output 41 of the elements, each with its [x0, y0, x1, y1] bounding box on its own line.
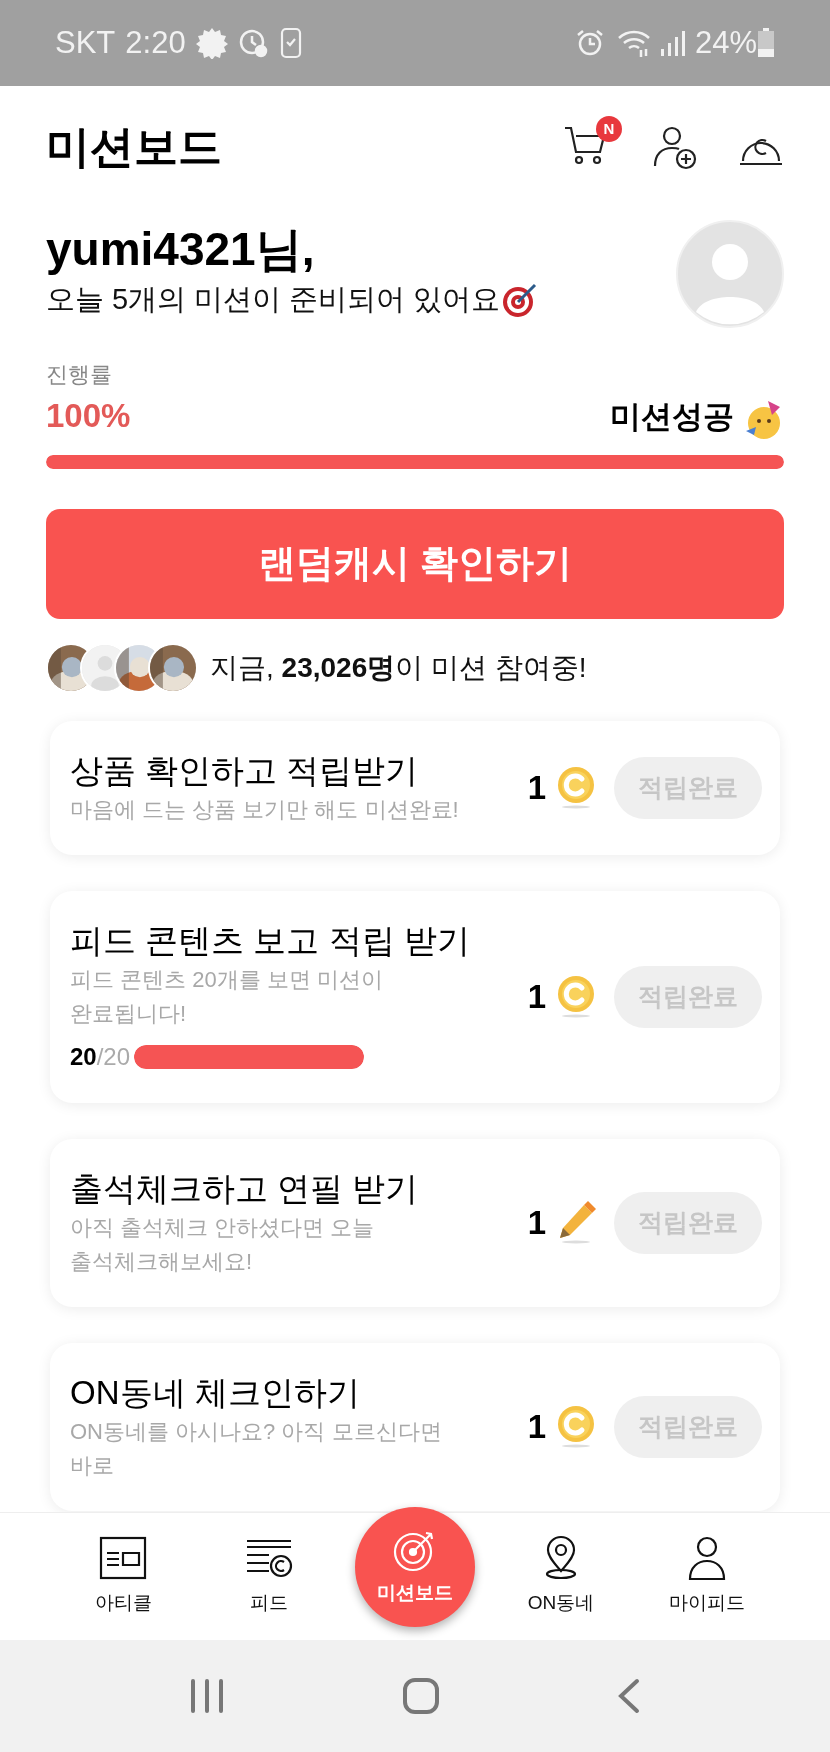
mission-description: 피드 콘텐츠 20개를 보면 미션이 완료됩니다! [70, 965, 384, 1028]
nav-tab[interactable]: 아티클 [50, 1513, 196, 1640]
clock-icon [237, 28, 268, 58]
reward-amount: 1 [527, 1202, 546, 1243]
mission-title: 출석체크하고 연필 받기 [70, 1168, 420, 1209]
nav-tab[interactable]: ON동네 [488, 1513, 634, 1640]
battery-text: 24% [694, 23, 757, 62]
carrier-text: SKT [55, 23, 116, 62]
clock-text: 2:20 [125, 23, 186, 62]
mission-success-text: 미션성공 [610, 398, 734, 436]
progress-percent: 100% [46, 396, 131, 436]
mission-title: 피드 콘텐츠 보고 적립 받기 [70, 920, 471, 961]
nav-tab[interactable]: 마이피드 [634, 1513, 780, 1640]
back-icon[interactable] [617, 1678, 642, 1714]
battery-icon [757, 28, 775, 58]
newspaper-icon [98, 1535, 148, 1582]
add-user-icon[interactable] [652, 124, 698, 170]
page-title: 미션보드 [46, 121, 222, 173]
random-cash-button[interactable]: 랜덤캐시 확인하기 [46, 508, 784, 619]
mission-message: 오늘 5개의 미션이 준비되어 있어요 [46, 282, 501, 317]
new-badge: N [596, 116, 622, 142]
mission-title: ON동네 체크인하기 [70, 1372, 361, 1413]
mission-description: 아직 출석체크 안하셨다면 오늘 출석체크해보세요! [70, 1213, 376, 1276]
reward-amount: 1 [527, 976, 546, 1017]
dartboard-icon [502, 281, 539, 318]
watch-icon [279, 27, 304, 59]
reward-amount: 1 [527, 767, 546, 808]
progress-label: 진행률 [46, 361, 113, 389]
wifi-icon [616, 28, 651, 58]
reward-amount: 1 [527, 1406, 546, 1447]
signal-icon [658, 29, 687, 57]
recent-apps-icon[interactable] [188, 1678, 225, 1714]
mission-title: 상품 확인하고 적립받기 [70, 750, 420, 791]
user-greeting: yumi4321님, [46, 222, 316, 277]
progress-count: 20/20 [70, 1041, 131, 1072]
home-icon[interactable] [402, 1677, 440, 1715]
mission-description: ON동네를 아시나요? 아직 모르신다면 바로 [70, 1417, 443, 1480]
participants-text: 지금, 23,026명이 미션 참여중! [210, 650, 587, 685]
nav-tab[interactable]: 미션보드 [355, 1507, 475, 1627]
nav-tab[interactable]: 피드 [196, 1513, 342, 1640]
mission-description: 마음에 드는 상품 보기만 해도 미션완료! [70, 795, 460, 824]
